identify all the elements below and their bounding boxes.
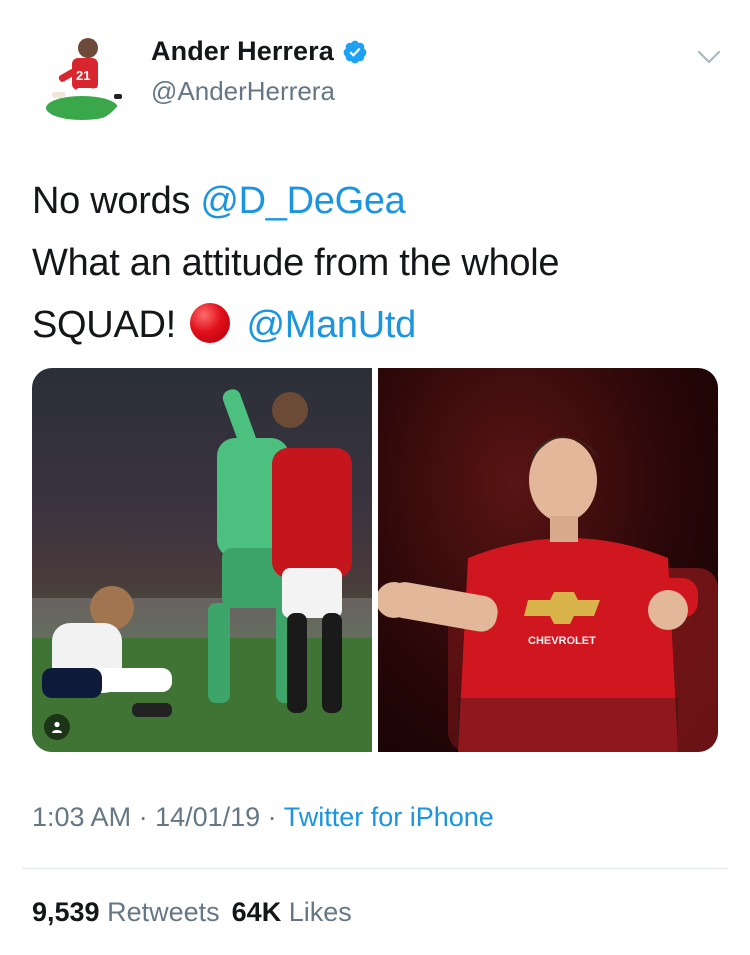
tweet-line-2: What an attitude from the whole [32, 242, 560, 284]
author-handle[interactable]: @AnderHerrera [151, 76, 335, 107]
user-tag-icon[interactable] [44, 714, 70, 740]
tweet-meta: 1:03 AM · 14/01/19 · Twitter for iPhone [32, 802, 494, 833]
chevron-down-icon[interactable] [692, 40, 726, 74]
verified-badge-icon [343, 40, 367, 63]
tweet-media: CHEVROLET [32, 368, 718, 752]
tweet-date[interactable]: 14/01/19 [155, 802, 260, 832]
tweet-line-3: SQUAD! @ManUtd [32, 294, 722, 356]
svg-text:CHEVROLET: CHEVROLET [528, 635, 596, 647]
mention-degea-link[interactable]: @D_DeGea [200, 180, 405, 222]
author-name-row[interactable]: Ander Herrera [151, 36, 368, 67]
retweets-label: Retweets [107, 897, 220, 927]
divider [22, 868, 728, 869]
svg-text:21: 21 [76, 68, 90, 83]
tweet-line-1: No words @D_DeGea [32, 170, 722, 232]
fist-pump-scene-graphic: CHEVROLET [378, 436, 718, 752]
tweet-text-segment: SQUAD! [32, 304, 176, 346]
photo-herrera-fist-pump[interactable]: CHEVROLET [378, 368, 718, 752]
red-circle-emoji-icon [190, 303, 231, 343]
tweet-stats: 9,539 Retweets 64K Likes [32, 897, 364, 928]
tweet-time[interactable]: 1:03 AM [32, 802, 131, 832]
retweets-count: 9,539 [32, 897, 100, 927]
photo-degea-celebration[interactable] [32, 368, 372, 752]
author-avatar[interactable]: 21 [32, 28, 128, 124]
person-icon [52, 721, 62, 733]
likes-label: Likes [288, 897, 352, 927]
author-display-name[interactable]: Ander Herrera [151, 36, 334, 67]
mention-manutd-link[interactable]: @ManUtd [246, 304, 416, 346]
tweet-text: No words @D_DeGea What an attitude from … [32, 170, 722, 356]
likes-stat[interactable]: 64K Likes [232, 897, 352, 927]
retweets-stat[interactable]: 9,539 Retweets [32, 897, 220, 927]
meta-separator: · [260, 802, 284, 832]
player-avatar-icon: 21 [46, 38, 122, 120]
likes-count: 64K [231, 897, 282, 927]
celebration-scene-graphic [32, 389, 372, 752]
tweet-source-link[interactable]: Twitter for iPhone [284, 802, 494, 832]
tweet-text-segment: No words [32, 180, 201, 222]
meta-separator: · [131, 802, 156, 832]
